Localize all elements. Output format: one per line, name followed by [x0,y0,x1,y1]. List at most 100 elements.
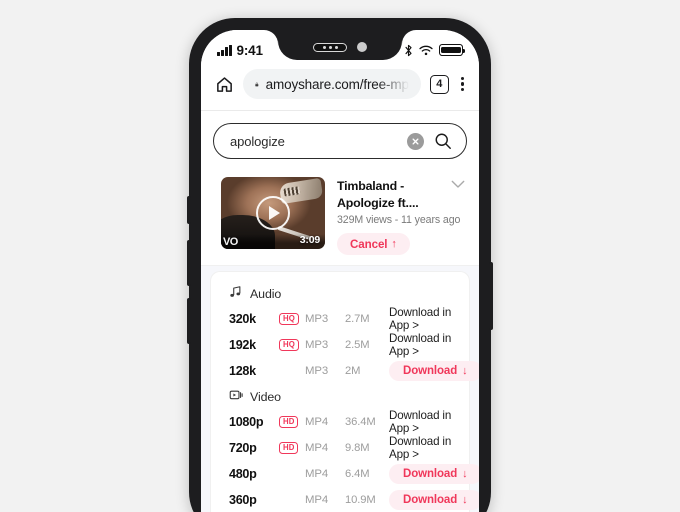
volume-up-button[interactable] [187,240,191,286]
download-button-label: Download [403,494,458,506]
download-button[interactable]: Download ↓ [389,464,479,484]
browser-toolbar: amoyshare.com/free-mp 4 [201,64,479,111]
format-action-cell: Download in App > [389,332,455,358]
section-title: Audio [250,286,282,301]
search-icon[interactable] [432,132,454,150]
format-extension: MP3 [305,313,329,325]
format-badge-cell: HD [279,441,305,455]
download-in-app-link[interactable]: Download in App > [389,435,455,461]
download-button[interactable]: Download ↓ [389,361,479,381]
format-quality: 320k [229,312,256,326]
silent-switch-button[interactable] [187,196,191,224]
earpiece-speaker-icon [313,42,347,52]
format-action-cell: Download in App > [389,409,455,435]
format-extension: MP4 [305,442,329,454]
quality-badge: HQ [279,338,299,352]
download-arrow-icon: ↓ [462,365,468,377]
phone-notch [278,30,402,60]
format-row[interactable]: 128k MP3 2M Download ↓ [211,358,479,384]
download-in-app-link[interactable]: Download in App > [389,332,455,358]
volume-down-button[interactable] [187,298,191,344]
format-action-cell: Download ↓ [389,464,479,484]
section-header-video: Video [211,384,469,409]
video-info: Timbaland - Apologize ft.... 329M views … [337,177,465,255]
format-filesize: 10.9M [345,494,376,506]
download-format-card: Audio 320k HQ MP3 2.7M Download in App > 192k H… [211,272,479,512]
format-extension: MP3 [305,339,329,351]
download-arrow-icon: ↓ [462,468,468,480]
webpage-content: apologize VO 3:09 Timbaland - Apologize … [201,111,479,512]
format-filesize: 9.8M [345,442,370,454]
search-results: VO 3:09 Timbaland - Apologize ft.... 329… [201,169,479,512]
video-meta: 329M views - 11 years ago [337,214,461,226]
status-bar-clock: 9:41 [236,42,263,58]
cellular-signal-icon [217,44,232,56]
download-button-label: Download [403,468,458,480]
download-in-app-link[interactable]: Download in App > [389,409,455,435]
format-extension: MP4 [305,494,329,506]
format-filesize: 2M [345,365,361,377]
section-header-audio: Audio [211,281,469,306]
video-result-card[interactable]: VO 3:09 Timbaland - Apologize ft.... 329… [201,169,479,266]
thumbnail-guitar-detail [278,177,324,205]
download-button-label: Download [403,365,458,377]
format-row[interactable]: 480p MP4 6.4M Download ↓ [211,461,479,487]
video-thumbnail[interactable]: VO 3:09 [221,177,325,249]
home-icon[interactable] [215,75,234,94]
search-input[interactable]: apologize [230,134,399,149]
format-extension: MP3 [305,365,329,377]
lock-secure-icon [255,82,259,86]
format-row[interactable]: 192k HQ MP3 2.5M Download in App > [211,332,469,358]
format-badge-cell: HQ [279,312,305,326]
format-filesize: 2.5M [345,339,370,351]
bluetooth-icon [405,44,412,56]
notch-curve-right [402,30,416,44]
format-extension: MP4 [305,416,329,428]
wifi-icon [419,45,433,55]
quality-badge: HD [279,415,299,429]
format-quality: 480p [229,467,257,481]
play-button-icon[interactable] [256,196,290,230]
phone-device-frame: 9:41 amoyshare.com/free-mp 4 apologize V… [187,18,493,512]
url-text: amoyshare.com/free-mp [265,76,409,92]
thumbnail-watermark: VO [223,236,238,248]
phone-screen: 9:41 amoyshare.com/free-mp 4 apologize V… [201,30,479,512]
video-camera-icon [229,388,243,405]
video-title: Timbaland - Apologize ft.... [337,179,419,210]
notch-curve-left [264,30,278,44]
kebab-menu-icon[interactable] [458,75,467,94]
quality-badge: HD [279,441,299,455]
search-bar[interactable]: apologize [213,123,467,159]
format-action-cell: Download ↓ [389,361,479,381]
cancel-button-label: Cancel [350,237,388,251]
search-section: apologize [201,111,479,169]
video-duration-badge: 3:09 [299,234,320,246]
power-button[interactable] [489,262,493,330]
format-quality: 1080p [229,415,264,429]
format-quality: 192k [229,338,256,352]
format-sections: Audio 320k HQ MP3 2.7M Download in App > 192k H… [211,281,479,512]
url-bar[interactable]: amoyshare.com/free-mp [243,69,421,99]
screenshot-canvas: 9:41 amoyshare.com/free-mp 4 apologize V… [0,0,680,512]
clear-circle-icon[interactable] [407,132,424,150]
format-filesize: 2.7M [345,313,370,325]
format-filesize: 36.4M [345,416,376,428]
format-row[interactable]: 360p MP4 10.9M Download ↓ [211,487,479,512]
cancel-button[interactable]: Cancel ↑ [337,233,410,255]
download-button[interactable]: Download ↓ [389,490,479,510]
format-action-cell: Download in App > [389,435,455,461]
format-row[interactable]: 720p HD MP4 9.8M Download in App > [211,435,469,461]
format-row[interactable]: 320k HQ MP3 2.7M Download in App > [211,306,469,332]
format-action-cell: Download ↓ [389,490,479,510]
download-arrow-icon: ↓ [462,494,468,506]
tab-counter-button[interactable]: 4 [429,74,449,94]
download-in-app-link[interactable]: Download in App > [389,306,455,332]
format-action-cell: Download in App > [389,306,455,332]
status-bar-left: 9:41 [217,43,263,58]
format-row[interactable]: 1080p HD MP4 36.4M Download in App > [211,409,469,435]
music-note-icon [229,285,243,302]
chevron-down-icon[interactable] [451,180,465,189]
format-filesize: 6.4M [345,468,370,480]
cancel-arrow-icon: ↑ [391,238,397,250]
format-badge-cell: HD [279,415,305,429]
